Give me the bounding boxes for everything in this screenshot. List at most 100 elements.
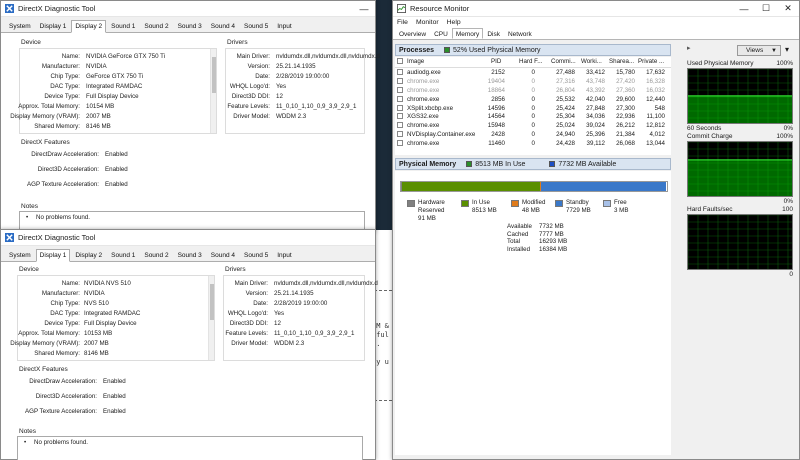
tab-system[interactable]: System	[5, 20, 35, 32]
tab-cpu[interactable]: CPU	[430, 28, 452, 39]
dxdiag-titlebar[interactable]: DirectX Diagnostic Tool —	[1, 1, 375, 17]
driver-info-row: Version: 25.21.14.1935	[226, 63, 364, 73]
menu-help[interactable]: Help	[447, 19, 461, 26]
used-physical-graph	[687, 68, 793, 124]
process-private: 548	[654, 104, 665, 112]
dxdiag-titlebar[interactable]: DirectX Diagnostic Tool	[1, 230, 375, 246]
process-row[interactable]: XGS32.exe 14564 0 25,304 34,036 22,936 11,100	[395, 112, 671, 121]
tab-overview[interactable]: Overview	[395, 28, 430, 39]
process-checkbox[interactable]	[397, 122, 403, 129]
tab-input[interactable]: Input	[273, 20, 295, 32]
drivers-group-title: Drivers	[225, 266, 246, 273]
tab-sound-4[interactable]: Sound 4	[207, 249, 239, 261]
tab-display-1[interactable]: Display 1	[36, 20, 71, 32]
tab-sound-1[interactable]: Sound 1	[107, 249, 139, 261]
tab-system[interactable]: System	[5, 249, 35, 261]
tab-memory[interactable]: Memory	[451, 28, 484, 39]
process-row[interactable]: chrome.exe 18864 0 26,804 43,392 27,360 16,032	[395, 86, 671, 95]
driver-info-key: WHQL Logo'd:	[227, 310, 268, 317]
tab-sound-3[interactable]: Sound 3	[174, 20, 206, 32]
column-working-set[interactable]: Worki...	[581, 58, 602, 65]
device-scrollbar[interactable]	[208, 276, 214, 360]
process-hard: 0	[531, 113, 535, 121]
process-pid: 19404	[487, 77, 505, 85]
process-checkbox[interactable]	[397, 140, 403, 147]
process-row[interactable]: XSplit.xbcbp.exe 14596 0 25,424 27,848 27,300…	[395, 104, 671, 113]
driver-info-row: Version: 25.21.14.1935	[224, 290, 364, 300]
tab-sound-1[interactable]: Sound 1	[107, 20, 139, 32]
tab-input[interactable]: Input	[273, 249, 295, 261]
window-title: DirectX Diagnostic Tool	[18, 4, 96, 13]
feature-value: Enabled	[105, 151, 128, 158]
menu-file[interactable]: File	[397, 19, 408, 26]
column-private[interactable]: Private ...	[638, 58, 664, 65]
resource-monitor-window: Resource Monitor — ☐ ✕ File Monitor Help…	[392, 0, 800, 460]
process-checkbox[interactable]	[397, 131, 403, 138]
process-checkbox[interactable]	[397, 86, 403, 93]
column-commit[interactable]: Commi...	[551, 58, 576, 65]
process-row[interactable]: NVDisplay.Container.exe 2428 0 24,940 25,396…	[395, 130, 671, 139]
column-image[interactable]: Image	[407, 58, 424, 65]
commit-charge-min: 0%	[783, 198, 793, 205]
tab-sound-2[interactable]: Sound 2	[140, 20, 172, 32]
graph-options-icon[interactable]: ▾	[785, 45, 789, 54]
rm-titlebar[interactable]: Resource Monitor — ☐ ✕	[393, 1, 799, 17]
driver-info-value: 25.21.14.1935	[276, 63, 316, 70]
processes-title: Processes	[399, 46, 435, 54]
physical-memory-header[interactable]: Physical Memory 8513 MB In Use 7732 MB A…	[395, 158, 671, 170]
tab-sound-3[interactable]: Sound 3	[174, 249, 206, 261]
process-row[interactable]: chrome.exe 11460 0 24,428 39,112 26,068 13,044	[395, 139, 671, 148]
process-row[interactable]: chrome.exe 19404 0 27,316 43,748 27,420 16,328	[395, 77, 671, 86]
scrollbar-thumb[interactable]	[210, 284, 214, 320]
device-info-value: GeForce GTX 750 Ti	[86, 73, 144, 80]
minimize-button[interactable]: —	[733, 1, 755, 16]
tab-sound-5[interactable]: Sound 5	[240, 20, 272, 32]
tab-network[interactable]: Network	[504, 28, 536, 39]
driver-info-row: Direct3D DDI: 12	[224, 320, 364, 330]
collapse-graphs-icon[interactable]: ▸	[687, 44, 693, 52]
close-button[interactable]: ✕	[777, 1, 799, 16]
column-hard-faults[interactable]: Hard F...	[519, 58, 542, 65]
driver-info-value: Yes	[274, 310, 285, 317]
device-info-value: Full Display Device	[86, 93, 139, 100]
legend-swatch	[461, 200, 469, 207]
process-commit: 25,532	[556, 95, 575, 103]
process-shareable: 27,360	[616, 86, 635, 94]
column-pid[interactable]: PID	[491, 58, 501, 65]
select-all-checkbox[interactable]	[397, 58, 403, 64]
commit-charge-max: 100%	[776, 133, 793, 140]
processes-scrollbar[interactable]	[671, 44, 679, 155]
process-checkbox[interactable]	[397, 95, 403, 102]
tab-disk[interactable]: Disk	[483, 28, 504, 39]
tab-display-2[interactable]: Display 2	[71, 249, 106, 261]
process-row[interactable]: chrome.exe 15948 0 25,024 39,024 26,212 12,812	[395, 121, 671, 130]
memory-bar-segment	[402, 182, 540, 191]
process-checkbox[interactable]	[397, 77, 403, 84]
scrollbar-thumb[interactable]	[212, 57, 216, 93]
memory-legend-item: Hardware Reserved 91 MB	[407, 199, 459, 229]
legend-swatch	[511, 200, 519, 207]
processes-header[interactable]: Processes 52% Used Physical Memory	[395, 44, 671, 56]
rm-menubar: File Monitor Help	[393, 17, 799, 28]
tab-sound-2[interactable]: Sound 2	[140, 249, 172, 261]
feature-value: Enabled	[105, 166, 128, 173]
process-checkbox[interactable]	[397, 113, 403, 120]
menu-monitor[interactable]: Monitor	[416, 19, 439, 26]
used-physical-label: Used Physical Memory	[687, 60, 754, 67]
process-row[interactable]: chrome.exe 2856 0 25,532 42,040 29,600 12,440	[395, 95, 671, 104]
resource-monitor-icon	[397, 4, 406, 13]
tab-sound-5[interactable]: Sound 5	[240, 249, 272, 261]
tab-display-1[interactable]: Display 1	[35, 249, 71, 262]
process-checkbox[interactable]	[397, 69, 403, 75]
views-dropdown[interactable]: Views ▼	[737, 45, 781, 56]
column-shareable[interactable]: Sharea...	[609, 58, 634, 65]
process-pid: 14596	[487, 104, 505, 112]
tab-sound-4[interactable]: Sound 4	[207, 20, 239, 32]
maximize-button[interactable]: ☐	[755, 1, 777, 16]
process-checkbox[interactable]	[397, 104, 403, 111]
device-scrollbar[interactable]	[210, 49, 216, 133]
minimize-button[interactable]: —	[353, 1, 375, 16]
driver-info-row: Date: 2/28/2019 19:00:00	[224, 300, 364, 310]
process-row[interactable]: audiodg.exe 2152 0 27,488 33,412 15,780 17,632	[395, 68, 671, 77]
tab-display-2[interactable]: Display 2	[71, 20, 107, 33]
